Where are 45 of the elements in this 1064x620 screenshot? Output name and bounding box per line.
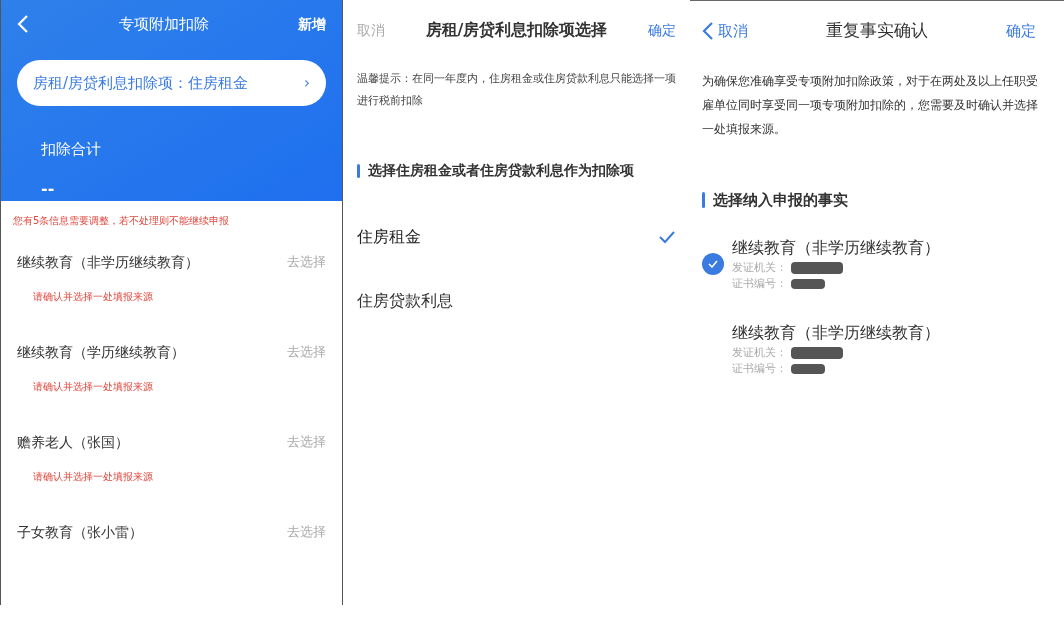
cancel-button[interactable]: 取消 (357, 19, 385, 41)
page-title: 房租/房贷利息扣除项选择 (424, 19, 609, 41)
item-title: 子女教育（张小雷） (17, 522, 144, 542)
deduction-item-pill[interactable]: 房租/房贷利息扣除项：住房租金 › (17, 60, 326, 106)
item-title: 继续教育（非学历继续教育） (17, 252, 200, 272)
fact-title: 继续教育（非学历继续教育） (732, 236, 940, 259)
intro-text: 为确保您准确享受专项附加扣除政策，对于在两处及以上任职受雇单位同时享受同一项专项附加扣除的，您需要及时确认并选择一处填报来源。 (702, 73, 1039, 138)
choose-link[interactable]: 去选择 (287, 522, 326, 542)
item-note: 请确认并选择一处填报来源 (33, 469, 154, 484)
issuer-label: 发证机关： (732, 344, 787, 361)
page-title: 重复事实确认 (825, 19, 929, 43)
check-icon (708, 260, 718, 268)
option-row[interactable]: 住房租金 (357, 205, 676, 269)
number-label: 证书编号： (732, 361, 787, 377)
total-value: -- (41, 177, 56, 200)
check-icon (658, 230, 676, 244)
choose-link[interactable]: 去选择 (287, 252, 326, 272)
item-note: 请确认并选择一处填报来源 (33, 289, 154, 304)
warning-text: 您有5条信息需要调整，若不处理则不能继续申报 (12, 213, 231, 228)
selected-radio[interactable] (702, 253, 724, 275)
section-heading: 选择住房租金或者住房贷款利息作为扣除项 (368, 161, 634, 180)
choose-link[interactable]: 去选择 (287, 342, 326, 362)
number-label: 证书编号： (732, 276, 787, 292)
item-note: 请确认并选择一处填报来源 (33, 379, 154, 394)
add-button[interactable]: 新增 (298, 13, 326, 35)
tip-text: 温馨提示：在同一年度内，住房租金或住房贷款利息只能选择一项进行税前扣除 (357, 71, 676, 109)
confirm-button[interactable]: 确定 (648, 19, 676, 41)
choose-link[interactable]: 去选择 (287, 432, 326, 452)
back-icon[interactable] (702, 21, 714, 41)
item-title: 继续教育（学历继续教育） (17, 342, 186, 362)
page-title: 专项附加扣除 (117, 13, 210, 35)
redacted-value (791, 261, 843, 274)
redacted-value (791, 364, 825, 375)
section-heading: 选择纳入申报的事实 (713, 190, 848, 211)
section-marker (357, 163, 360, 178)
item-title: 赡养老人（张国） (17, 432, 130, 452)
option-row[interactable]: 住房贷款利息 (357, 269, 676, 333)
section-marker (702, 192, 705, 209)
cancel-button[interactable]: 取消 (718, 19, 748, 43)
confirm-button[interactable]: 确定 (1006, 19, 1036, 43)
total-label: 扣除合计 (41, 139, 102, 160)
redacted-value (791, 279, 825, 290)
redacted-value (791, 346, 843, 359)
fact-title: 继续教育（非学历继续教育） (732, 321, 940, 344)
issuer-label: 发证机关： (732, 259, 787, 276)
